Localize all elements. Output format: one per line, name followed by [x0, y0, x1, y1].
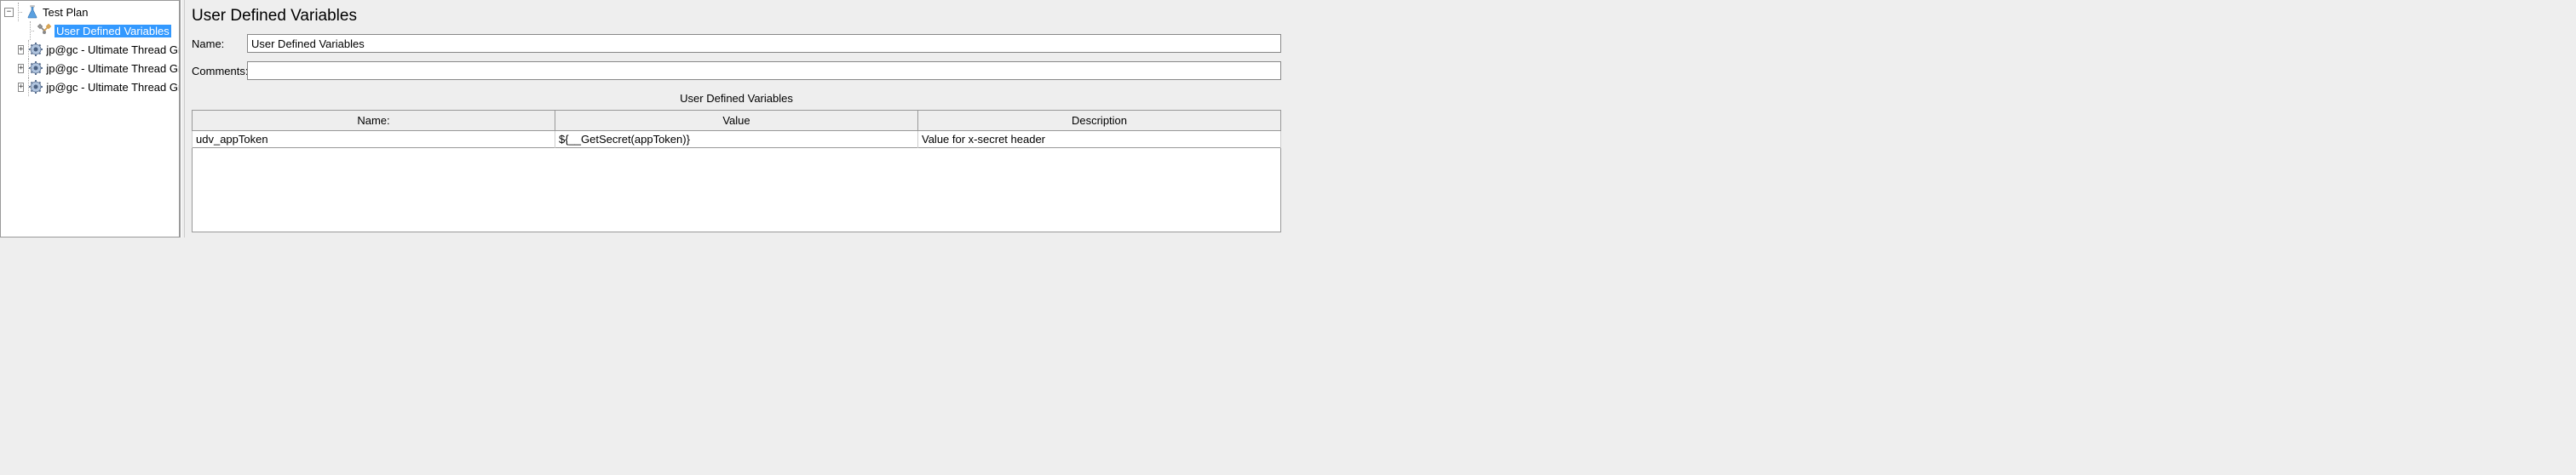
- tree-panel: − Test Plan User Defined Variables + jp@gc…: [0, 0, 181, 238]
- tree-item-label: jp@gc - Ultimate Thread Group: [46, 62, 181, 75]
- tree-item-label: jp@gc - Ultimate Thread Group: [46, 43, 181, 56]
- name-input[interactable]: [247, 34, 1281, 53]
- table-row[interactable]: udv_appToken${__GetSecret(appToken)}Valu…: [193, 131, 1281, 148]
- cell-value[interactable]: ${__GetSecret(appToken)}: [555, 131, 918, 148]
- tree-node-2[interactable]: + jp@gc - Ultimate Thread Group: [1, 59, 179, 77]
- page-title: User Defined Variables: [192, 5, 1281, 26]
- cell-name[interactable]: udv_appToken: [193, 131, 555, 148]
- tree-node-3[interactable]: + jp@gc - Ultimate Thread Group: [1, 77, 179, 96]
- name-label: Name:: [192, 37, 247, 50]
- cell-description[interactable]: Value for x-secret header: [918, 131, 1281, 148]
- table-title: User Defined Variables: [192, 92, 1281, 105]
- comments-label: Comments:: [192, 65, 247, 77]
- name-row: Name:: [192, 34, 1281, 53]
- content-panel: User Defined Variables Name: Comments: U…: [185, 0, 1288, 238]
- wrench-icon: [37, 23, 52, 38]
- test-plan-tree: − Test Plan User Defined Variables + jp@gc…: [1, 1, 179, 98]
- column-header-1[interactable]: Value: [555, 111, 918, 131]
- expand-icon[interactable]: +: [18, 45, 24, 54]
- tree-item-label: jp@gc - Ultimate Thread Group: [46, 81, 181, 94]
- table-empty-area[interactable]: [192, 148, 1281, 232]
- tree-item-label: User Defined Variables: [55, 25, 171, 37]
- collapse-icon[interactable]: −: [4, 8, 14, 17]
- tree-connector: [15, 3, 22, 21]
- variables-table: Name:ValueDescription udv_appToken${__Ge…: [192, 110, 1281, 148]
- comments-input[interactable]: [247, 61, 1281, 80]
- variables-table-section: User Defined Variables Name:ValueDescrip…: [192, 92, 1281, 232]
- tree-node-1[interactable]: + jp@gc - Ultimate Thread Group: [1, 40, 179, 59]
- tree-node-test-plan[interactable]: − Test Plan: [1, 3, 179, 21]
- expand-icon[interactable]: +: [18, 83, 24, 92]
- column-header-2[interactable]: Description: [918, 111, 1281, 131]
- tree-root-label: Test Plan: [43, 6, 88, 19]
- flask-icon: [25, 4, 40, 20]
- comments-row: Comments:: [192, 61, 1281, 80]
- column-header-0[interactable]: Name:: [193, 111, 555, 131]
- tree-node-0[interactable]: User Defined Variables: [1, 21, 179, 40]
- tree-connector: [27, 21, 34, 40]
- expand-icon[interactable]: +: [18, 64, 24, 73]
